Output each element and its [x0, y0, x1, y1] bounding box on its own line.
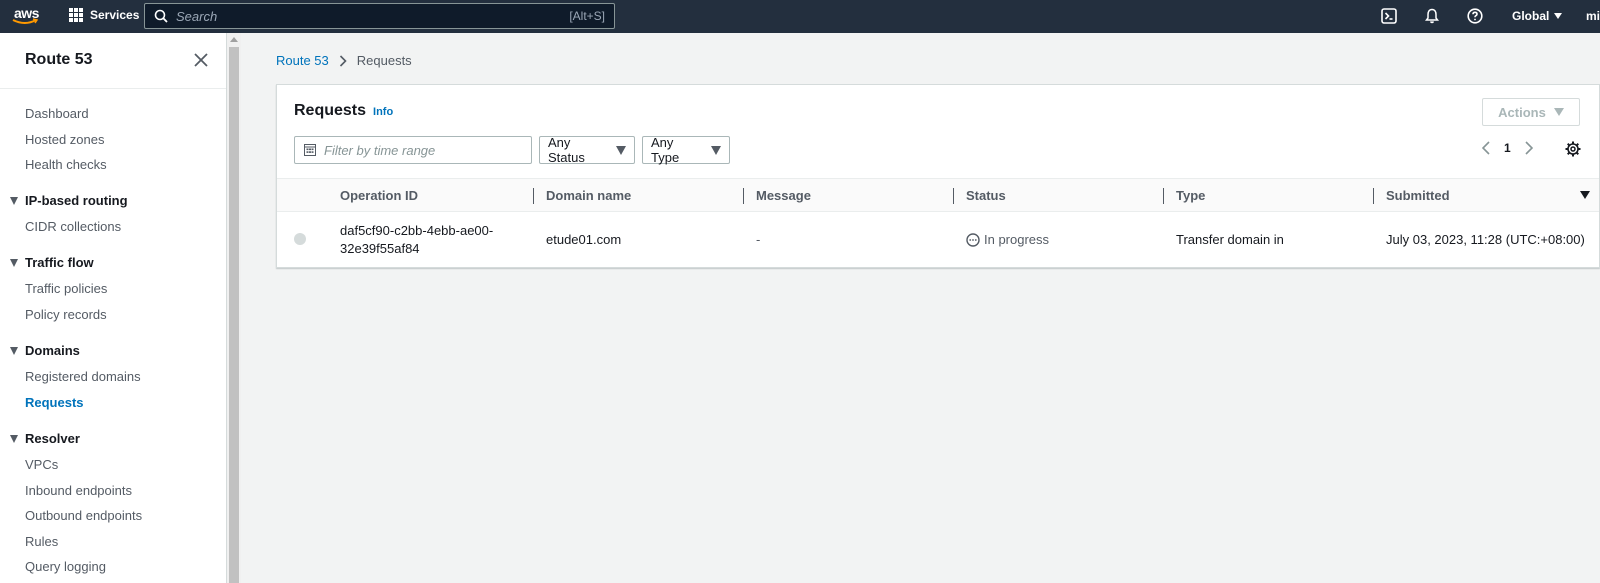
chevron-right-icon[interactable] [1525, 141, 1533, 155]
breadcrumb-route53-link[interactable]: Route 53 [276, 53, 329, 68]
sidebar-scrollbar[interactable] [227, 33, 241, 583]
type-filter-select[interactable]: Any Type [642, 135, 730, 165]
region-label: Global [1512, 9, 1550, 23]
calendar-icon [304, 144, 316, 156]
search-placeholder: Search [176, 8, 218, 24]
sidebar-divider [0, 88, 226, 89]
gear-icon[interactable] [1565, 141, 1581, 157]
sidebar-section-traffic-flow[interactable]: Traffic flow [10, 255, 94, 270]
section-label: Resolver [25, 431, 80, 446]
current-page-number[interactable]: 1 [1504, 141, 1511, 155]
sidebar-item-health-checks[interactable]: Health checks [25, 157, 107, 172]
actions-button[interactable]: Actions [1482, 98, 1580, 126]
breadcrumb-current: Requests [356, 53, 412, 68]
column-header-submitted[interactable]: Submitted [1386, 188, 1450, 203]
sidebar-item-dashboard[interactable]: Dashboard [25, 106, 89, 121]
caret-down-icon [711, 145, 721, 155]
row-select-radio[interactable] [294, 233, 306, 245]
expand-triangle-icon [10, 346, 18, 355]
column-header-operation-id[interactable]: Operation ID [340, 188, 418, 203]
column-header-domain-name[interactable]: Domain name [546, 188, 631, 203]
section-label: Domains [25, 343, 80, 358]
sidebar-item-traffic-policies[interactable]: Traffic policies [25, 281, 107, 296]
region-selector[interactable]: Global [1512, 9, 1563, 23]
column-resizer[interactable] [533, 188, 534, 204]
sidebar-section-domains[interactable]: Domains [10, 343, 80, 358]
aws-smile-icon [12, 18, 39, 24]
requests-panel: Requests Info Actions Filter by time ran… [276, 84, 1600, 268]
pagination: 1 [1482, 141, 1533, 155]
search-icon [154, 9, 168, 23]
filter-placeholder: Filter by time range [324, 142, 436, 158]
scroll-thumb[interactable] [229, 47, 239, 583]
section-label: IP-based routing [25, 193, 128, 208]
close-icon[interactable] [194, 53, 208, 67]
cloudshell-icon[interactable] [1381, 8, 1397, 24]
column-resizer[interactable] [1373, 188, 1374, 204]
column-resizer[interactable] [743, 188, 744, 204]
sidebar-section-resolver[interactable]: Resolver [10, 431, 80, 446]
sort-descending-icon[interactable] [1580, 191, 1590, 199]
status-filter-select[interactable]: Any Status [539, 135, 635, 165]
expand-triangle-icon [10, 196, 18, 205]
search-shortcut-hint: [Alt+S] [569, 9, 605, 23]
section-label: Traffic flow [25, 255, 94, 270]
notifications-bell-icon[interactable] [1424, 8, 1440, 24]
time-range-filter-input[interactable]: Filter by time range [294, 136, 532, 164]
aws-logo[interactable]: aws [12, 5, 42, 27]
sidebar-title[interactable]: Route 53 [25, 51, 93, 69]
type-filter-value: Any Type [651, 135, 680, 165]
operation-id-line-2: 32e39f55af84 [340, 241, 420, 256]
column-resizer[interactable] [953, 188, 954, 204]
sidebar-item-inbound-endpoints[interactable]: Inbound endpoints [25, 483, 132, 498]
panel-header: Requests Info [294, 102, 393, 120]
cell-submitted: July 03, 2023, 11:28 (UTC:+08:00) [1386, 232, 1585, 247]
sidebar-item-policy-records[interactable]: Policy records [25, 307, 107, 322]
services-label: Services [90, 8, 140, 22]
expand-triangle-icon [10, 258, 18, 267]
expand-triangle-icon [10, 434, 18, 443]
sidebar-item-rules[interactable]: Rules [25, 534, 58, 549]
cell-domain-name: etude01.com [546, 232, 622, 247]
column-header-message[interactable]: Message [756, 188, 811, 203]
chevron-left-icon[interactable] [1482, 141, 1490, 155]
status-filter-value: Any Status [548, 135, 585, 165]
sidebar-item-cidr-collections[interactable]: CIDR collections [25, 219, 121, 234]
chevron-right-icon [339, 54, 347, 67]
column-resizer[interactable] [1163, 188, 1164, 204]
caret-down-icon [1554, 13, 1563, 19]
column-header-status[interactable]: Status [966, 188, 1006, 203]
sidebar-item-hosted-zones[interactable]: Hosted zones [25, 132, 105, 147]
scroll-up-arrow-icon[interactable] [230, 37, 238, 42]
sidebar-item-registered-domains[interactable]: Registered domains [25, 369, 141, 384]
top-navigation-bar: aws Services Search [Alt+S] Global mi [0, 0, 1600, 33]
cell-message: - [756, 232, 761, 247]
grid-icon [69, 8, 83, 22]
caret-down-icon [1553, 108, 1564, 116]
side-navigation: Route 53 Dashboard Hosted zones Health c… [0, 33, 227, 583]
status-text: In progress [984, 232, 1050, 247]
account-menu[interactable]: mi [1586, 9, 1600, 23]
caret-down-icon [616, 145, 626, 155]
actions-label: Actions [1498, 104, 1546, 120]
help-icon[interactable] [1467, 8, 1483, 24]
table-header: Operation ID Domain name Message Status … [277, 178, 1599, 212]
services-menu-button[interactable]: Services [69, 8, 139, 22]
global-search-input[interactable]: Search [Alt+S] [144, 3, 615, 29]
info-link[interactable]: Info [373, 106, 393, 118]
cell-status: In progress [966, 231, 1049, 249]
table-row[interactable]: daf5cf90-c2bb-4ebb-ae00- 32e39f55af84 et… [277, 212, 1599, 267]
operation-id-line-1: daf5cf90-c2bb-4ebb-ae00- [340, 223, 494, 238]
sidebar-item-query-logging[interactable]: Query logging [25, 559, 106, 574]
sidebar-item-vpcs[interactable]: VPCs [25, 457, 58, 472]
page-title: Requests [294, 102, 367, 119]
sidebar-item-requests[interactable]: Requests [25, 395, 84, 410]
in-progress-icon [966, 233, 980, 247]
column-header-type[interactable]: Type [1176, 188, 1205, 203]
breadcrumb: Route 53 Requests [276, 53, 412, 68]
sidebar-section-ip-based-routing[interactable]: IP-based routing [10, 193, 128, 208]
sidebar-item-outbound-endpoints[interactable]: Outbound endpoints [25, 508, 142, 523]
cell-type: Transfer domain in [1176, 232, 1284, 247]
cell-operation-id: daf5cf90-c2bb-4ebb-ae00- 32e39f55af84 [340, 222, 493, 258]
